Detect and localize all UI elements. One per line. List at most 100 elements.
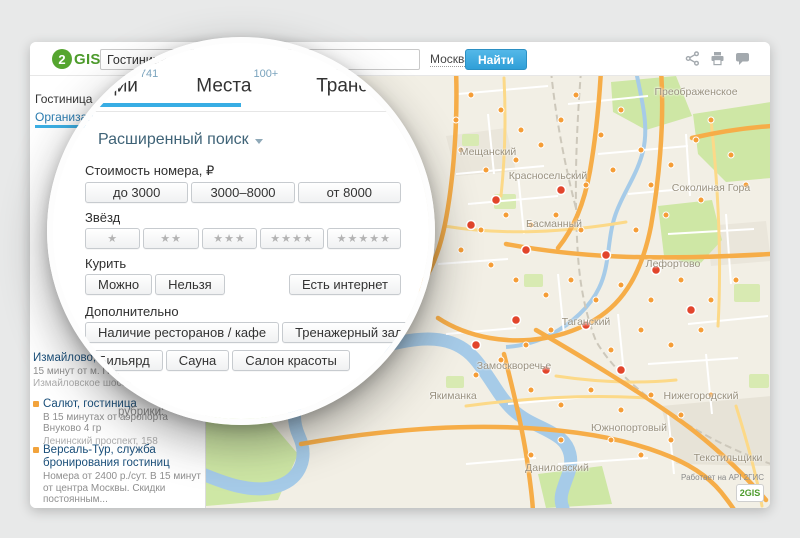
poi-marker[interactable] bbox=[707, 391, 715, 399]
extra-option-button[interactable]: Салон красоты bbox=[232, 350, 350, 371]
poi-marker[interactable] bbox=[537, 141, 545, 149]
price-option-button[interactable]: от 8000 bbox=[297, 182, 401, 203]
star-option-button[interactable]: ★★★ bbox=[201, 228, 258, 249]
poi-marker[interactable] bbox=[557, 436, 565, 444]
star-option-button[interactable]: ★ bbox=[85, 228, 141, 249]
list-item[interactable]: Версаль-Тур, служба бронирования гостини… bbox=[33, 444, 203, 505]
poi-marker[interactable] bbox=[452, 116, 460, 124]
poi-marker[interactable] bbox=[697, 196, 705, 204]
poi-marker[interactable] bbox=[502, 211, 510, 219]
smoking-option-button[interactable]: Можно bbox=[85, 274, 153, 295]
share-icon[interactable] bbox=[685, 51, 700, 66]
poi-marker[interactable] bbox=[609, 166, 617, 174]
poi-marker[interactable] bbox=[697, 326, 705, 334]
chat-icon[interactable] bbox=[735, 51, 750, 66]
poi-marker[interactable] bbox=[607, 436, 615, 444]
poi-marker[interactable] bbox=[472, 371, 480, 379]
poi-marker[interactable] bbox=[577, 226, 585, 234]
poi-marker[interactable] bbox=[617, 406, 625, 414]
poi-marker[interactable] bbox=[587, 386, 595, 394]
result-marker[interactable] bbox=[555, 184, 567, 196]
poi-marker[interactable] bbox=[467, 91, 475, 99]
smoking-option-button[interactable]: Нельзя bbox=[155, 274, 225, 295]
tab-organizations[interactable]: Организации741 bbox=[53, 68, 158, 97]
result-marker[interactable] bbox=[510, 314, 522, 326]
poi-marker[interactable] bbox=[637, 326, 645, 334]
poi-marker[interactable] bbox=[572, 91, 580, 99]
poi-marker[interactable] bbox=[527, 386, 535, 394]
poi-marker[interactable] bbox=[487, 261, 495, 269]
extra-option-button[interactable]: Сауна bbox=[165, 350, 230, 371]
poi-marker[interactable] bbox=[512, 276, 520, 284]
poi-marker[interactable] bbox=[597, 131, 605, 139]
poi-marker[interactable] bbox=[497, 106, 505, 114]
result-marker[interactable] bbox=[465, 219, 477, 231]
result-marker[interactable] bbox=[580, 319, 592, 331]
result-marker[interactable] bbox=[685, 304, 697, 316]
poi-marker[interactable] bbox=[522, 341, 530, 349]
poi-marker[interactable] bbox=[567, 276, 575, 284]
result-marker[interactable] bbox=[470, 339, 482, 351]
poi-marker[interactable] bbox=[677, 276, 685, 284]
print-icon[interactable] bbox=[710, 51, 725, 66]
poi-marker[interactable] bbox=[637, 146, 645, 154]
poi-marker[interactable] bbox=[547, 326, 555, 334]
poi-marker[interactable] bbox=[527, 451, 535, 459]
poi-marker[interactable] bbox=[457, 146, 465, 154]
result-marker[interactable] bbox=[540, 364, 552, 376]
poi-marker[interactable] bbox=[557, 401, 565, 409]
poi-marker[interactable] bbox=[742, 181, 750, 189]
poi-marker[interactable] bbox=[667, 161, 675, 169]
poi-marker[interactable] bbox=[617, 281, 625, 289]
result-marker[interactable] bbox=[650, 264, 662, 276]
star-option-button[interactable]: ★★ bbox=[143, 228, 199, 249]
poi-marker[interactable] bbox=[647, 296, 655, 304]
poi-marker[interactable] bbox=[582, 181, 590, 189]
poi-marker[interactable] bbox=[477, 226, 485, 234]
poi-marker[interactable] bbox=[662, 211, 670, 219]
advanced-search-toggle[interactable]: Расширенный поиск bbox=[98, 131, 263, 149]
extra-option-button[interactable]: Наличие ресторанов / кафе bbox=[85, 322, 280, 343]
poi-marker[interactable] bbox=[617, 106, 625, 114]
result-marker[interactable] bbox=[600, 249, 612, 261]
poi-marker[interactable] bbox=[727, 151, 735, 159]
price-option-button[interactable]: 3000–8000 bbox=[191, 182, 295, 203]
poi-marker[interactable] bbox=[632, 226, 640, 234]
poi-marker[interactable] bbox=[692, 136, 700, 144]
result-marker[interactable] bbox=[615, 364, 627, 376]
tab-transport[interactable]: Транспорт bbox=[316, 75, 409, 97]
result-marker[interactable] bbox=[490, 194, 502, 206]
poi-marker[interactable] bbox=[557, 116, 565, 124]
poi-marker[interactable] bbox=[552, 211, 560, 219]
star-option-button[interactable]: ★★★★ bbox=[260, 228, 324, 249]
star-option-button[interactable]: ★★★★★ bbox=[326, 228, 401, 249]
poi-marker[interactable] bbox=[667, 436, 675, 444]
poi-marker[interactable] bbox=[512, 156, 520, 164]
price-option-button[interactable]: до 3000 bbox=[85, 182, 189, 203]
poi-marker[interactable] bbox=[527, 221, 535, 229]
find-button[interactable]: Найти bbox=[465, 49, 527, 70]
tab-places[interactable]: Места100+ bbox=[196, 68, 278, 97]
poi-marker[interactable] bbox=[637, 451, 645, 459]
poi-marker[interactable] bbox=[592, 296, 600, 304]
poi-marker[interactable] bbox=[677, 411, 685, 419]
extra-option-button[interactable]: Тренажерный зал bbox=[282, 322, 416, 343]
poi-marker[interactable] bbox=[647, 391, 655, 399]
poi-marker[interactable] bbox=[707, 116, 715, 124]
poi-marker[interactable] bbox=[732, 276, 740, 284]
poi-marker[interactable] bbox=[647, 181, 655, 189]
internet-filter-button[interactable]: Есть интернет bbox=[288, 274, 401, 295]
2gis-logo[interactable]: 2 GIS bbox=[52, 48, 101, 70]
poi-marker[interactable] bbox=[497, 356, 505, 364]
poi-marker[interactable] bbox=[607, 346, 615, 354]
result-marker[interactable] bbox=[520, 244, 532, 256]
poi-marker[interactable] bbox=[667, 341, 675, 349]
2gis-map-logo[interactable]: 2GIS bbox=[736, 484, 764, 502]
poi-marker[interactable] bbox=[707, 296, 715, 304]
result-title[interactable]: Версаль-Тур, служба бронирования гостини… bbox=[43, 444, 203, 470]
poi-marker[interactable] bbox=[457, 246, 465, 254]
poi-marker[interactable] bbox=[542, 291, 550, 299]
extra-option-button[interactable]: Бильярд bbox=[85, 350, 163, 371]
poi-marker[interactable] bbox=[517, 126, 525, 134]
poi-marker[interactable] bbox=[482, 166, 490, 174]
